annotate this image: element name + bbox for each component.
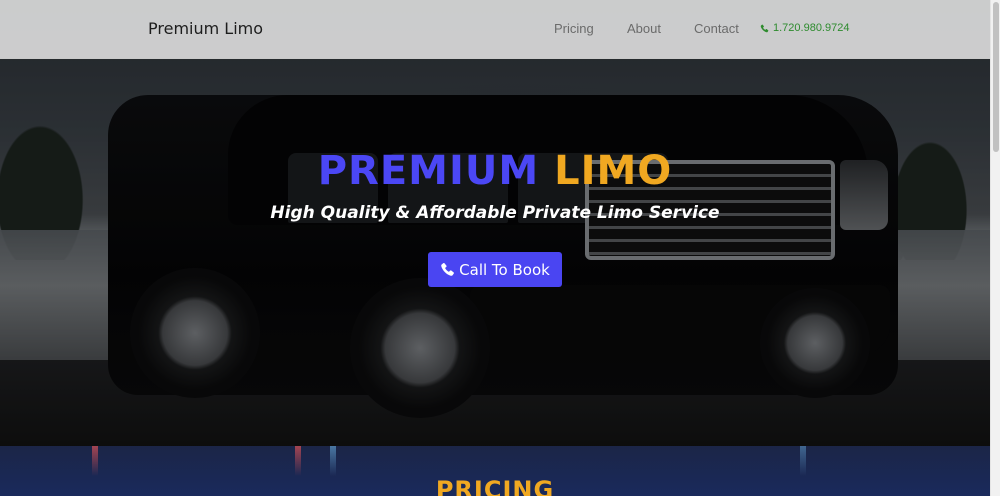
hero-title: PREMIUM LIMO <box>0 148 990 194</box>
nav-link-contact[interactable]: Contact <box>694 21 739 36</box>
decorative-light <box>295 446 301 476</box>
nav-phone-link[interactable]: 1.720.980.9724 <box>760 22 849 34</box>
decorative-light <box>330 446 336 476</box>
call-to-book-button[interactable]: Call To Book <box>428 252 562 287</box>
brand-logo-link[interactable]: Premium Limo <box>148 19 263 38</box>
hero-section: PREMIUM LIMO High Quality & Affordable P… <box>0 0 990 446</box>
pricing-section: PRICING <box>0 446 990 496</box>
page-scrollbar[interactable] <box>990 0 1000 496</box>
nav-phone-number: 1.720.980.9724 <box>773 22 850 34</box>
nav-link-pricing[interactable]: Pricing <box>554 21 594 36</box>
nav-link-about[interactable]: About <box>627 21 661 36</box>
hero-overlay <box>0 0 990 446</box>
decorative-light <box>800 446 806 476</box>
scrollbar-thumb[interactable] <box>993 2 999 152</box>
phone-icon <box>760 24 769 33</box>
phone-icon <box>440 262 455 277</box>
hero-title-part1: PREMIUM <box>317 148 540 194</box>
hero-subtitle: High Quality & Affordable Private Limo S… <box>270 203 720 223</box>
top-navbar: Premium Limo Pricing About Contact 1.720… <box>0 0 990 59</box>
call-to-book-label: Call To Book <box>459 260 550 279</box>
hero-title-part2: LIMO <box>554 148 673 194</box>
decorative-light <box>92 446 98 476</box>
pricing-heading: PRICING <box>435 476 555 496</box>
